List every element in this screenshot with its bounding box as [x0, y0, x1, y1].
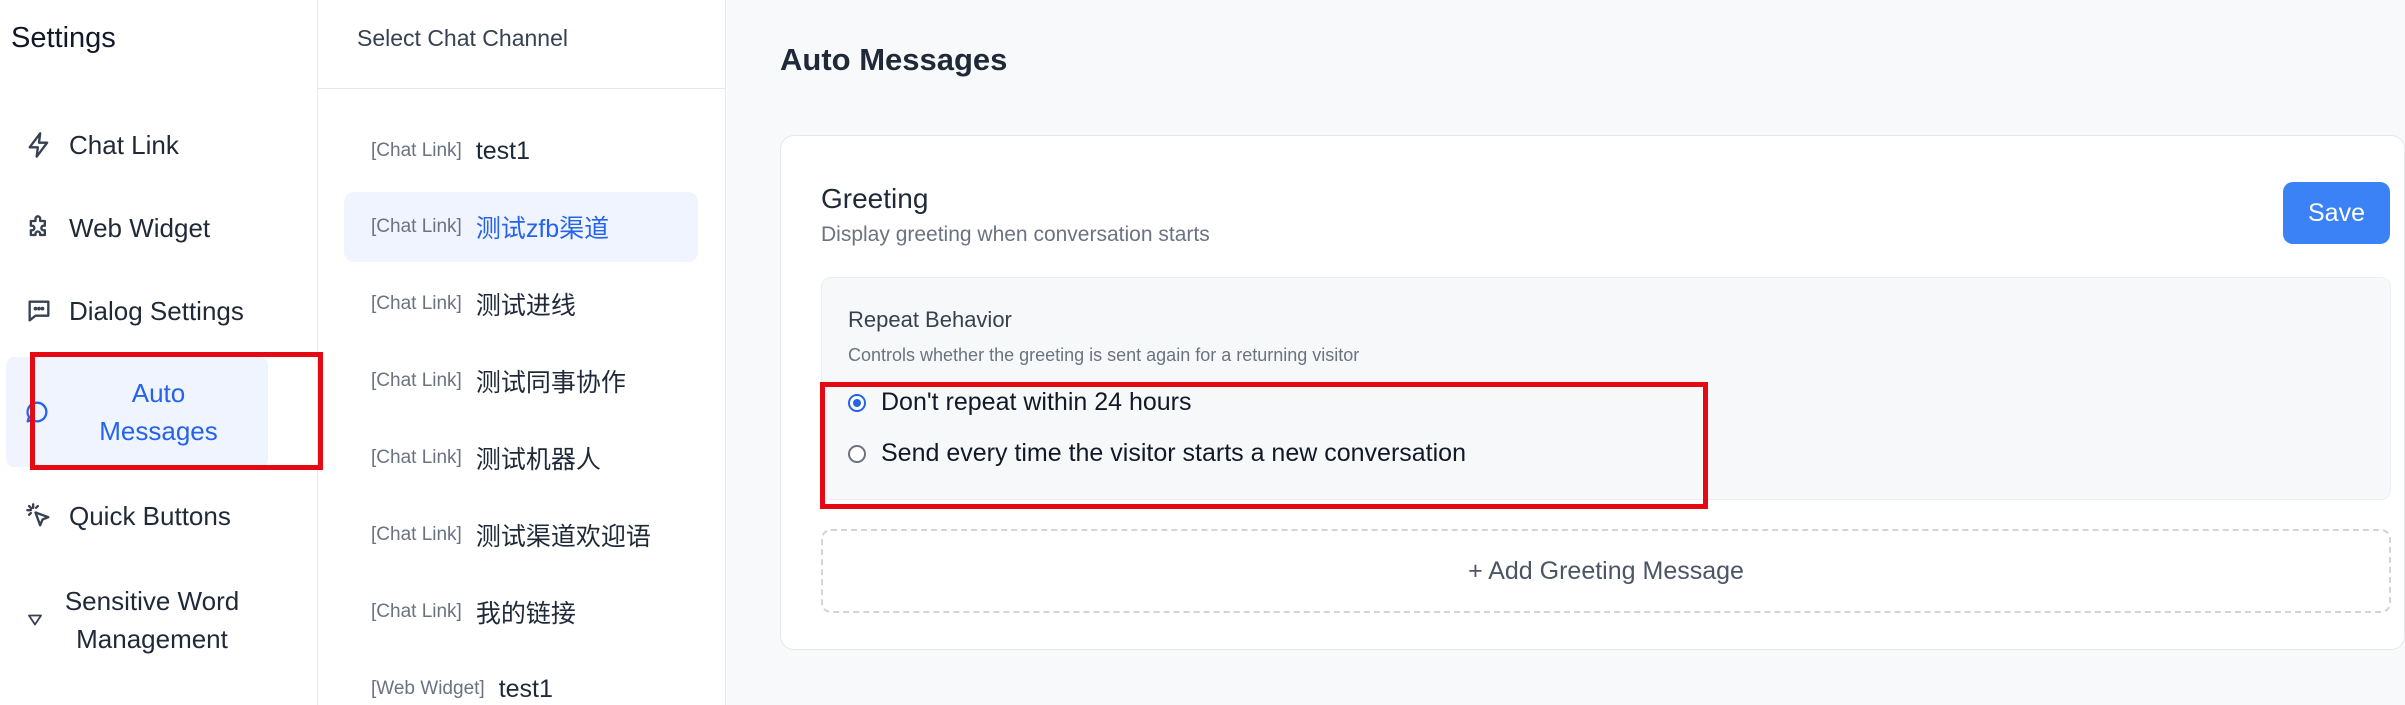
channel-name: test1 [475, 136, 531, 165]
channel-list-title: Select Chat Channel [357, 25, 568, 51]
channel-tag: [Chat Link] [371, 370, 462, 391]
sidebar-item-dialog-settings[interactable]: Dialog Settings [0, 276, 318, 346]
sidebar-item-label: Dialog Settings [69, 296, 244, 326]
sidebar-item-label: Chat Link [69, 130, 179, 160]
sidebar-item-auto-messages[interactable]: Auto Messages [0, 357, 318, 467]
channel-item[interactable]: [Chat Link] 测试进线 [344, 269, 698, 339]
repeat-behavior-title: Repeat Behavior [848, 307, 1012, 332]
channel-name: test1 [498, 674, 553, 703]
channel-item[interactable]: [Web Widget] test1 [344, 654, 698, 705]
sidebar-item-web-widget[interactable]: Web Widget [0, 193, 318, 263]
radio-label: Send every time the visitor starts a new… [881, 439, 1466, 467]
sidebar-item-label: Web Widget [69, 213, 211, 243]
greeting-card: Greeting Display greeting when conversat… [780, 135, 2405, 650]
radio-button[interactable] [848, 444, 866, 463]
message-square-icon [24, 296, 54, 326]
channel-name: 测试渠道欢迎语 [475, 523, 651, 551]
radio-button-checked[interactable] [848, 393, 866, 412]
channel-name: 测试zfb渠道 [475, 215, 610, 243]
add-greeting-message-button[interactable]: + Add Greeting Message [821, 529, 2391, 613]
save-button[interactable]: Save [2283, 182, 2390, 244]
radio-no-repeat-24h[interactable]: Don't repeat within 24 hours [848, 388, 1192, 417]
repeat-behavior-description: Controls whether the greeting is sent ag… [848, 345, 1360, 365]
channel-tag: [Chat Link] [371, 293, 462, 314]
channel-name: 我的链接 [475, 600, 576, 628]
channel-tag: [Chat Link] [371, 524, 462, 545]
channel-tag: [Chat Link] [371, 447, 462, 468]
puzzle-icon [24, 213, 54, 243]
sidebar-item-sensitive-word-management[interactable]: Sensitive Word Management [0, 580, 318, 660]
channel-name: 测试进线 [475, 292, 576, 320]
sidebar-item-label: Auto Messages [99, 378, 218, 446]
channel-tag: [Chat Link] [371, 601, 462, 622]
channel-item[interactable]: [Chat Link] 测试zfb渠道 [344, 192, 698, 262]
lightning-icon [24, 130, 54, 160]
channel-name: 测试机器人 [475, 446, 601, 474]
channel-item[interactable]: [Chat Link] 我的链接 [344, 577, 698, 647]
channel-item[interactable]: [Chat Link] 测试同事协作 [344, 346, 698, 416]
channel-list-header: Select Chat Channel [318, 0, 726, 89]
channel-tag: [Chat Link] [371, 140, 462, 161]
channel-name: 测试同事协作 [475, 369, 626, 397]
channel-tag: [Web Widget] [371, 678, 485, 699]
channel-item[interactable]: [Chat Link] 测试渠道欢迎语 [344, 500, 698, 570]
channel-list-panel: Select Chat Channel [Chat Link] test1 [C… [318, 0, 726, 705]
channel-item[interactable]: [Chat Link] 测试机器人 [344, 423, 698, 493]
repeat-behavior-section: Repeat Behavior Controls whether the gre… [821, 277, 2391, 500]
greeting-subtitle: Display greeting when conversation start… [821, 223, 1210, 246]
pointer-click-icon [24, 501, 54, 531]
channel-tag: [Chat Link] [371, 216, 462, 237]
radio-send-every-time[interactable]: Send every time the visitor starts a new… [848, 439, 1466, 468]
settings-sidebar: Settings Chat Link Web Widget Dialog Set… [0, 0, 318, 705]
filter-icon [20, 605, 50, 635]
channel-item[interactable]: [Chat Link] test1 [344, 116, 698, 186]
sidebar-item-quick-buttons[interactable]: Quick Buttons [0, 481, 318, 551]
page-title: Auto Messages [780, 42, 1008, 77]
radio-label: Don't repeat within 24 hours [881, 388, 1192, 416]
sidebar-item-chat-link[interactable]: Chat Link [0, 110, 318, 180]
settings-title: Settings [11, 22, 116, 54]
message-circle-icon [22, 397, 52, 427]
sidebar-item-label: Quick Buttons [69, 501, 231, 531]
main-content: Auto Messages Greeting Display greeting … [727, 0, 2405, 705]
greeting-title: Greeting [821, 183, 929, 214]
sidebar-item-label: Sensitive Word Management [64, 586, 240, 654]
